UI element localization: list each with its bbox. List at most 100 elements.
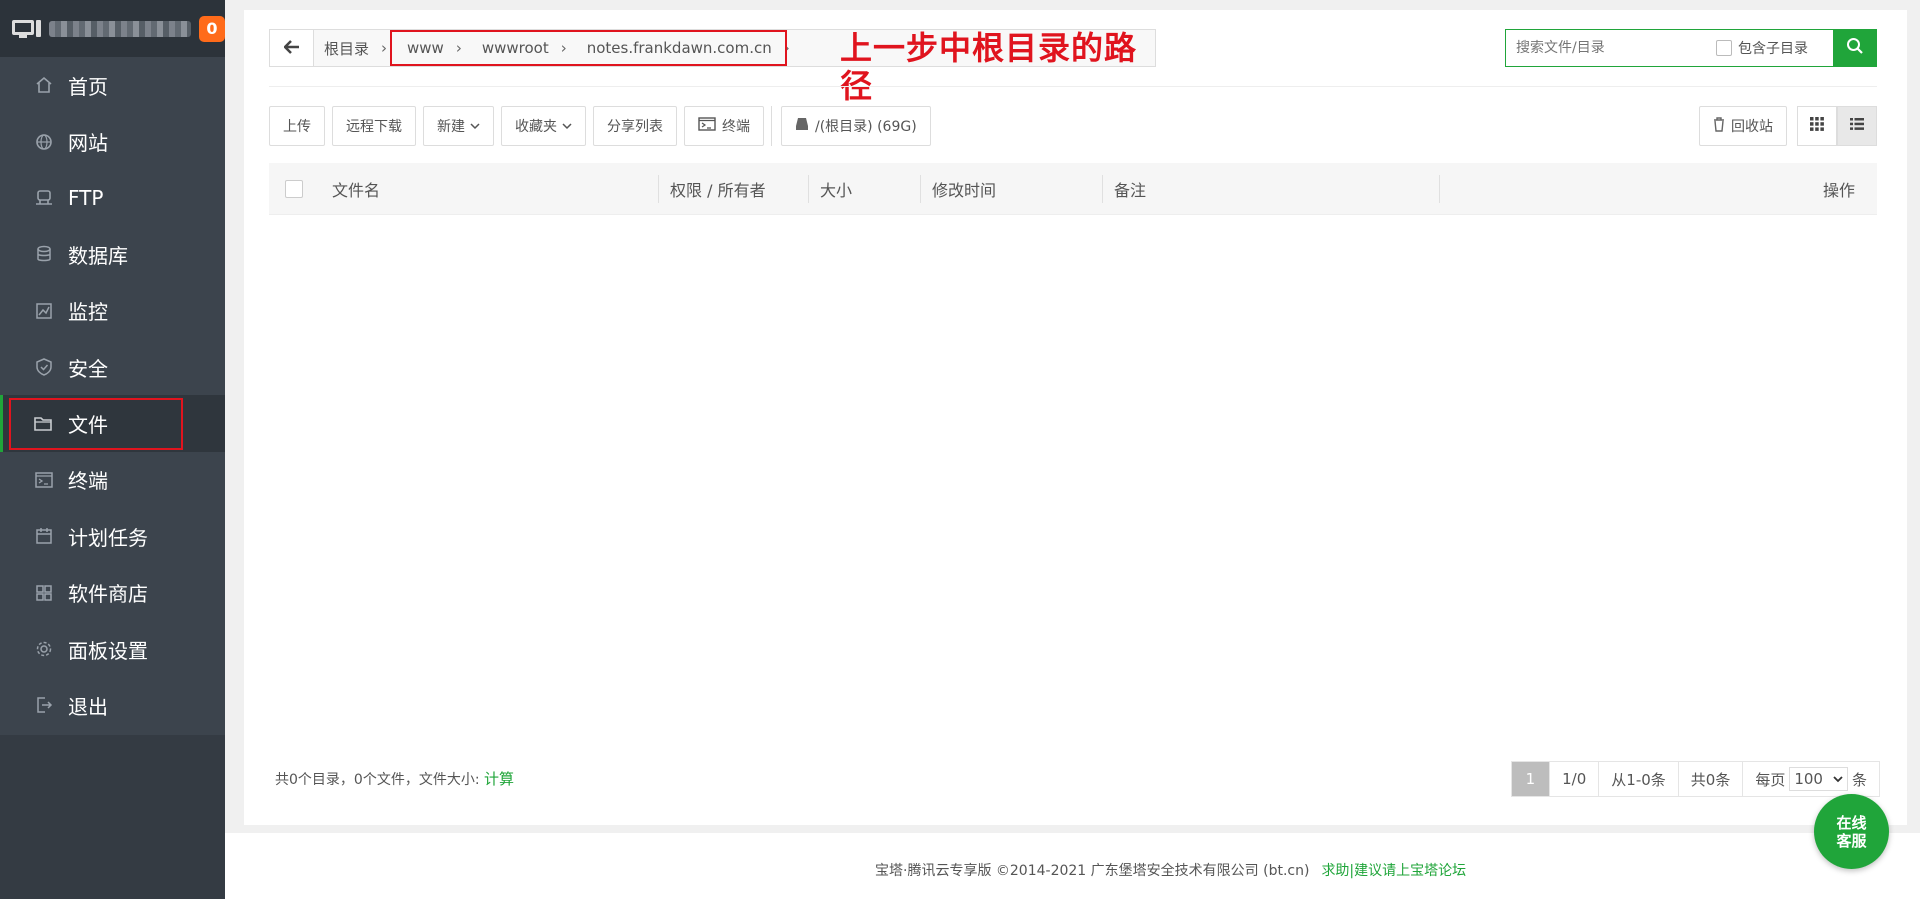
server-name-blurred bbox=[48, 20, 191, 37]
page-current[interactable]: 1 bbox=[1511, 762, 1551, 796]
apps-grid-icon bbox=[34, 583, 54, 603]
terminal-icon bbox=[698, 117, 716, 135]
sidebar-item-security[interactable]: 安全 bbox=[0, 339, 225, 395]
breadcrumb-wwwroot[interactable]: wwwroot › bbox=[472, 30, 577, 66]
search-box: 包含子目录 bbox=[1505, 29, 1877, 67]
trash-icon bbox=[1713, 116, 1725, 136]
breadcrumb-site-dir[interactable]: notes.frankdawn.com.cn › bbox=[577, 30, 800, 66]
page-range: 从1-0条 bbox=[1599, 762, 1679, 796]
summary-text: 共0个目录，0个文件，文件大小: bbox=[275, 772, 484, 788]
remote-download-button[interactable]: 远程下载 bbox=[332, 106, 416, 146]
directory-summary: 共0个目录，0个文件，文件大小: 计算 bbox=[275, 768, 514, 789]
sidebar-item-home[interactable]: 首页 bbox=[0, 57, 225, 113]
copyright-text: 宝塔·腾讯云专享版 ©2014-2021 广东堡塔安全技术有限公司 (bt.cn… bbox=[875, 863, 1310, 879]
server-monitor-icon bbox=[12, 18, 41, 40]
page-footer: 宝塔·腾讯云专享版 ©2014-2021 广东堡塔安全技术有限公司 (bt.cn… bbox=[225, 833, 1920, 899]
sidebar-item-terminal[interactable]: 终端 bbox=[0, 452, 225, 508]
include-subdir-label: 包含子目录 bbox=[1738, 41, 1808, 57]
search-input[interactable] bbox=[1506, 31, 1716, 65]
sidebar-item-label: 计划任务 bbox=[68, 525, 148, 550]
sidebar: 0 首页 网站 FTP 数据库 监控 安全 文件 终端 计划任务 软件商店 面板… bbox=[0, 0, 225, 899]
arrow-left-icon bbox=[282, 38, 300, 59]
forum-help-link[interactable]: 求助|建议请上宝塔论坛 bbox=[1321, 863, 1466, 879]
view-toggle bbox=[1797, 106, 1877, 146]
col-divider bbox=[1439, 163, 1440, 215]
search-button[interactable] bbox=[1833, 29, 1877, 67]
sidebar-item-monitor[interactable]: 监控 bbox=[0, 283, 225, 339]
col-label: 权限 / 所有者 bbox=[670, 181, 766, 200]
chevron-right-icon: › bbox=[381, 39, 388, 57]
grid-view-button[interactable] bbox=[1797, 106, 1837, 146]
file-toolbar: 上传 远程下载 新建 收藏夹 分享列表 终端 /(根目录) (69G) bbox=[269, 106, 938, 146]
breadcrumb-www[interactable]: www › bbox=[397, 30, 472, 66]
new-label: 新建 bbox=[437, 119, 465, 135]
share-list-button[interactable]: 分享列表 bbox=[593, 106, 677, 146]
sidebar-item-label: FTP bbox=[68, 185, 104, 210]
new-dropdown-button[interactable]: 新建 bbox=[423, 106, 494, 146]
update-badge[interactable]: 0 bbox=[199, 15, 225, 42]
per-page-unit: 条 bbox=[1851, 770, 1867, 789]
file-manager-panel: 根目录 › www › wwwroot › notes.frankdawn.co… bbox=[244, 10, 1907, 825]
chevron-down-icon bbox=[470, 120, 480, 133]
col-filename[interactable]: 文件名 bbox=[332, 163, 380, 215]
sidebar-item-label: 监控 bbox=[68, 300, 108, 325]
pagination: 1 1/0 从1-0条 共0条 每页 100 条 bbox=[1510, 761, 1880, 797]
upload-button[interactable]: 上传 bbox=[269, 106, 325, 146]
sidebar-item-label: 首页 bbox=[68, 74, 108, 99]
terminal-icon bbox=[34, 470, 54, 490]
terminal-label: 终端 bbox=[722, 119, 750, 135]
col-permission-owner[interactable]: 权限 / 所有者 bbox=[658, 163, 766, 215]
page-of: 1/0 bbox=[1550, 762, 1600, 796]
sidebar-item-app-store[interactable]: 软件商店 bbox=[0, 565, 225, 621]
breadcrumb-label: notes.frankdawn.com.cn bbox=[586, 39, 772, 57]
breadcrumb-root[interactable]: 根目录 › bbox=[314, 30, 397, 66]
sidebar-bottom bbox=[0, 735, 225, 899]
shield-icon bbox=[34, 357, 54, 377]
terminal-button[interactable]: 终端 bbox=[684, 106, 764, 146]
chevron-right-icon: › bbox=[560, 39, 567, 57]
chat-line-2: 客服 bbox=[1836, 831, 1867, 850]
favorites-label: 收藏夹 bbox=[515, 119, 557, 135]
sidebar-item-label: 软件商店 bbox=[68, 582, 148, 607]
sidebar-item-website[interactable]: 网站 bbox=[0, 113, 225, 169]
list-view-button[interactable] bbox=[1837, 106, 1877, 146]
sidebar-item-ftp[interactable]: FTP bbox=[0, 170, 225, 226]
calculate-size-link[interactable]: 计算 bbox=[484, 770, 514, 788]
col-size[interactable]: 大小 bbox=[808, 163, 852, 215]
right-toolbar: 回收站 bbox=[1699, 106, 1877, 146]
hard-drive-icon bbox=[795, 117, 809, 135]
disk-button[interactable]: /(根目录) (69G) bbox=[781, 106, 931, 146]
breadcrumb: 根目录 › www › wwwroot › notes.frankdawn.co… bbox=[269, 29, 1156, 105]
col-label: 备注 bbox=[1114, 181, 1147, 200]
breadcrumb-label: wwwroot bbox=[481, 39, 549, 57]
sidebar-header: 0 bbox=[0, 0, 225, 57]
logout-icon bbox=[34, 695, 54, 715]
sidebar-nav: 首页 网站 FTP 数据库 监控 安全 文件 终端 计划任务 软件商店 面板设置… bbox=[0, 57, 225, 734]
monitor-chart-icon bbox=[34, 301, 54, 321]
back-button[interactable] bbox=[270, 30, 314, 66]
online-support-button[interactable]: 在线 客服 bbox=[1814, 794, 1889, 869]
include-subdir-checkbox[interactable]: 包含子目录 bbox=[1716, 38, 1808, 58]
chat-line-1: 在线 bbox=[1836, 813, 1867, 832]
sidebar-item-settings[interactable]: 面板设置 bbox=[0, 621, 225, 677]
path-annotation: 上一步中根目录的路径 bbox=[840, 29, 1138, 105]
col-modified-time[interactable]: 修改时间 bbox=[920, 163, 996, 215]
per-page-select[interactable]: 100 bbox=[1789, 767, 1848, 791]
page-total: 共0条 bbox=[1679, 762, 1744, 796]
sidebar-item-files[interactable]: 文件 bbox=[0, 395, 225, 453]
files-highlight-box bbox=[9, 398, 183, 451]
col-remark[interactable]: 备注 bbox=[1102, 163, 1146, 215]
sidebar-item-database[interactable]: 数据库 bbox=[0, 226, 225, 282]
recycle-bin-button[interactable]: 回收站 bbox=[1699, 106, 1787, 146]
col-label: 修改时间 bbox=[932, 181, 997, 200]
sidebar-item-logout[interactable]: 退出 bbox=[0, 677, 225, 733]
sidebar-item-label: 网站 bbox=[68, 131, 108, 156]
favorites-dropdown-button[interactable]: 收藏夹 bbox=[501, 106, 586, 146]
calendar-icon bbox=[34, 526, 54, 546]
recycle-bin-label: 回收站 bbox=[1731, 119, 1773, 135]
copyright: 宝塔·腾讯云专享版 ©2014-2021 广东堡塔安全技术有限公司 (bt.cn… bbox=[875, 860, 1466, 880]
select-all-checkbox[interactable] bbox=[285, 180, 303, 198]
per-page-label: 每页 bbox=[1755, 770, 1786, 789]
checkbox-box[interactable] bbox=[1716, 40, 1732, 56]
sidebar-item-cron[interactable]: 计划任务 bbox=[0, 508, 225, 564]
